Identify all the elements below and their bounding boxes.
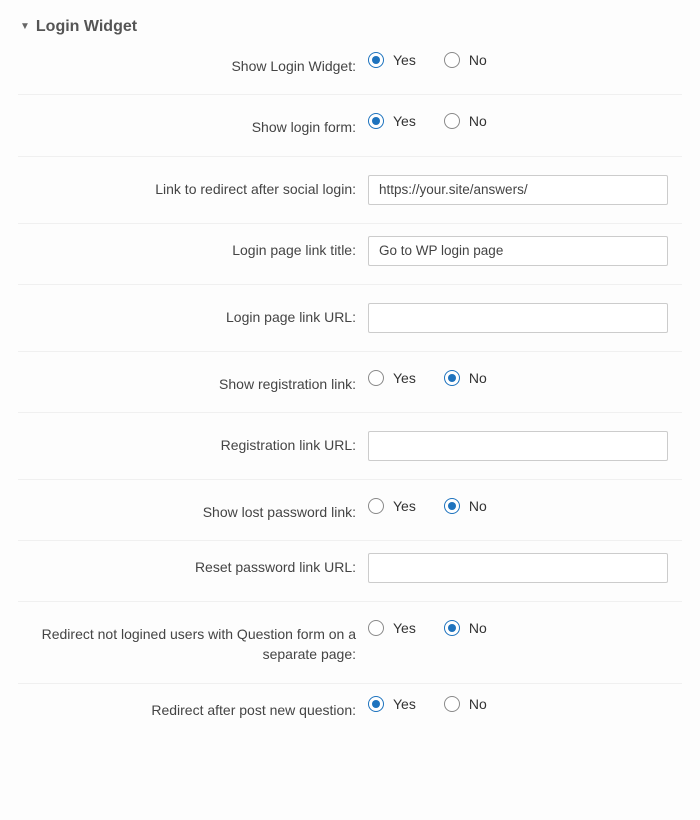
- radio-icon: [444, 620, 460, 636]
- collapse-arrow-icon: ▼: [20, 22, 30, 32]
- option-label: No: [469, 620, 487, 636]
- row-show-registration-link: Show registration link: Yes No: [18, 351, 682, 412]
- radio-icon: [368, 498, 384, 514]
- radio-icon: [444, 498, 460, 514]
- radio-icon: [368, 620, 384, 636]
- radio-icon: [368, 370, 384, 386]
- row-redirect-not-logged: Redirect not logined users with Question…: [18, 601, 682, 683]
- label-registration-link-url: Registration link URL:: [18, 431, 368, 455]
- radio-icon: [368, 696, 384, 712]
- show-lost-password-no[interactable]: No: [444, 498, 487, 514]
- show-login-form-no[interactable]: No: [444, 113, 487, 129]
- option-label: No: [469, 52, 487, 68]
- show-lost-password-yes[interactable]: Yes: [368, 498, 416, 514]
- row-reset-password-url: Reset password link URL:: [18, 540, 682, 601]
- option-label: Yes: [393, 52, 416, 68]
- row-login-page-title: Login page link title:: [18, 223, 682, 284]
- label-redirect-after-social: Link to redirect after social login:: [18, 175, 368, 199]
- row-redirect-after-social: Link to redirect after social login:: [18, 156, 682, 223]
- option-label: Yes: [393, 370, 416, 386]
- label-show-lost-password: Show lost password link:: [18, 498, 368, 522]
- radio-icon: [444, 370, 460, 386]
- option-label: No: [469, 113, 487, 129]
- redirect-after-social-input[interactable]: [368, 175, 668, 205]
- show-login-form-yes[interactable]: Yes: [368, 113, 416, 129]
- show-registration-link-yes[interactable]: Yes: [368, 370, 416, 386]
- row-show-login-form: Show login form: Yes No: [18, 94, 682, 155]
- label-show-registration-link: Show registration link:: [18, 370, 368, 394]
- row-redirect-after-post: Redirect after post new question: Yes No: [18, 683, 682, 738]
- redirect-after-post-yes[interactable]: Yes: [368, 696, 416, 712]
- option-label: No: [469, 498, 487, 514]
- radio-icon: [368, 52, 384, 68]
- row-show-login-widget: Show Login Widget: Yes No: [18, 50, 682, 94]
- label-show-login-widget: Show Login Widget:: [18, 52, 368, 76]
- registration-link-url-input[interactable]: [368, 431, 668, 461]
- section-header[interactable]: ▼ Login Widget: [18, 16, 682, 50]
- label-redirect-after-post: Redirect after post new question:: [18, 696, 368, 720]
- redirect-not-logged-no[interactable]: No: [444, 620, 487, 636]
- label-login-page-url: Login page link URL:: [18, 303, 368, 327]
- option-label: No: [469, 370, 487, 386]
- label-redirect-not-logged: Redirect not logined users with Question…: [18, 620, 368, 665]
- show-registration-link-no[interactable]: No: [444, 370, 487, 386]
- label-reset-password-url: Reset password link URL:: [18, 553, 368, 577]
- radio-icon: [444, 113, 460, 129]
- reset-password-url-input[interactable]: [368, 553, 668, 583]
- login-page-title-input[interactable]: [368, 236, 668, 266]
- option-label: Yes: [393, 498, 416, 514]
- login-page-url-input[interactable]: [368, 303, 668, 333]
- redirect-after-post-no[interactable]: No: [444, 696, 487, 712]
- row-show-lost-password: Show lost password link: Yes No: [18, 479, 682, 540]
- label-login-page-title: Login page link title:: [18, 236, 368, 260]
- option-label: Yes: [393, 113, 416, 129]
- show-login-widget-no[interactable]: No: [444, 52, 487, 68]
- option-label: Yes: [393, 620, 416, 636]
- show-login-widget-yes[interactable]: Yes: [368, 52, 416, 68]
- section-title-text: Login Widget: [36, 18, 137, 36]
- radio-icon: [444, 52, 460, 68]
- radio-icon: [368, 113, 384, 129]
- option-label: Yes: [393, 696, 416, 712]
- radio-icon: [444, 696, 460, 712]
- row-login-page-url: Login page link URL:: [18, 284, 682, 351]
- row-registration-link-url: Registration link URL:: [18, 412, 682, 479]
- label-show-login-form: Show login form:: [18, 113, 368, 137]
- redirect-not-logged-yes[interactable]: Yes: [368, 620, 416, 636]
- option-label: No: [469, 696, 487, 712]
